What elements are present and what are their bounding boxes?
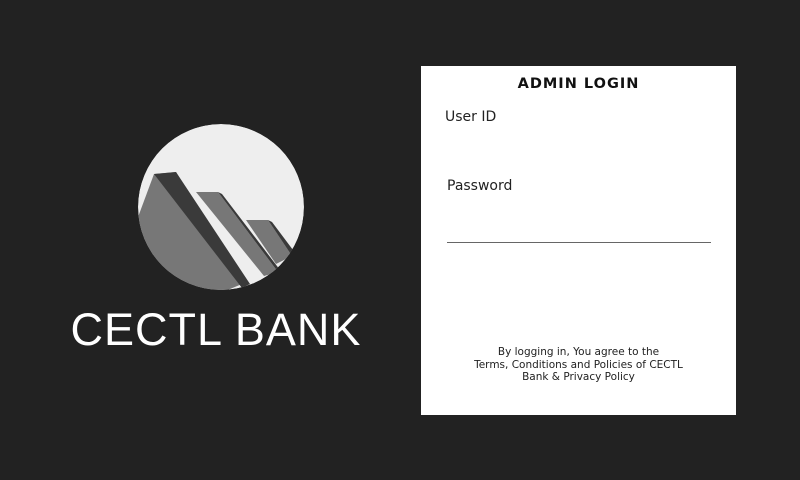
password-label: Password xyxy=(447,178,513,194)
terms-line: By logging in, You agree to the xyxy=(497,346,660,358)
brand-name: CECTL BANK xyxy=(70,304,362,355)
user-id-input[interactable] xyxy=(445,130,711,166)
user-id-label: User ID xyxy=(445,109,497,125)
mountain-peaks-logo-icon xyxy=(138,124,304,290)
login-title: ADMIN LOGIN xyxy=(517,76,640,92)
login-card: ADMIN LOGIN User ID Password By logging … xyxy=(421,66,736,415)
terms-line: Bank & Privacy Policy xyxy=(522,371,635,383)
terms-notice: By logging in, You agree to the Terms, C… xyxy=(461,346,696,384)
brand-panel: CECTL BANK xyxy=(0,0,420,480)
password-input[interactable] xyxy=(447,200,711,243)
terms-line: Terms, Conditions and Policies of CECTL xyxy=(474,358,683,371)
